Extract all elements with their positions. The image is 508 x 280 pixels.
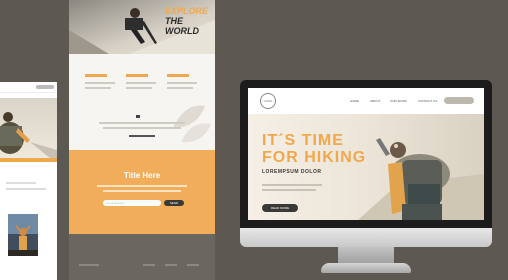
mid-page-footer (69, 234, 215, 280)
footer-column-line (143, 264, 155, 266)
quote-text-line (99, 122, 185, 124)
hero-text-line (262, 189, 316, 191)
newsletter-text-line (103, 190, 181, 192)
hero-headline: IT´S TIME FOR HIKING (262, 132, 366, 166)
newsletter-text-line (97, 185, 187, 187)
search-pill[interactable] (444, 97, 474, 104)
hero-title-line1: EXPLORE (165, 6, 209, 16)
hiker-hero-image (358, 138, 484, 220)
newsletter-section (69, 150, 215, 234)
mid-page-hero-title: EXPLORE THE WORLD (165, 6, 215, 36)
column-text-line (126, 87, 152, 89)
column-text-line (126, 82, 156, 84)
monitor-stand-base (321, 263, 411, 273)
column-title-2 (126, 74, 148, 77)
hero-text-line (262, 184, 322, 186)
hero-title-line2: THE WORLD (165, 16, 199, 36)
quote-text-line (103, 127, 181, 129)
nav-item-about[interactable]: ABOUT (370, 99, 380, 103)
nav-item-home[interactable]: HOME (350, 99, 359, 103)
footer-column-line (79, 264, 99, 266)
hiker-illustration (0, 112, 57, 158)
read-more-button[interactable]: READ MORE (262, 204, 298, 212)
left-page-nav-pill (36, 85, 54, 89)
column-text-line (167, 87, 193, 89)
long-landing-page-mockup: EXPLORE THE WORLD Title Here email addre… (69, 0, 215, 280)
newsletter-email-input[interactable]: email address (103, 200, 161, 206)
monitor-screen: LOGO HOME ABOUT OUR WORK CONTACT US IT´S… (248, 88, 484, 220)
hero-headline-line2: FOR HIKING (262, 149, 367, 166)
column-title-1 (85, 74, 107, 77)
quote-mark (136, 115, 140, 118)
site-navbar: LOGO HOME ABOUT OUR WORK CONTACT US (248, 88, 484, 114)
site-logo[interactable]: LOGO (260, 93, 276, 109)
left-page-photo-card (8, 214, 38, 256)
newsletter-title: Title Here (123, 171, 161, 180)
quote-author-line (129, 135, 155, 137)
left-page-text-line (6, 182, 36, 184)
left-page-hero-image (0, 98, 57, 158)
nav-item-our-work[interactable]: OUR WORK (390, 99, 407, 103)
column-text-line (85, 87, 111, 89)
desktop-monitor: LOGO HOME ABOUT OUR WORK CONTACT US IT´S… (240, 80, 492, 247)
footer-column-line (187, 264, 199, 266)
left-page-accent-bar (0, 158, 57, 162)
hero-headline-line1: IT´S TIME (262, 132, 344, 149)
column-text-line (167, 82, 197, 84)
monitor-chin (240, 228, 492, 247)
left-page-text-line (6, 188, 46, 190)
newsletter-send-button[interactable]: SEND (164, 200, 184, 206)
nav-item-contact-us[interactable]: CONTACT US (418, 99, 437, 103)
column-title-3 (167, 74, 189, 77)
left-mobile-page-mockup (0, 82, 57, 280)
footer-column-line (165, 264, 177, 266)
column-text-line (85, 82, 115, 84)
hero-subheadline: LOREMPSUM DOLOR (262, 169, 322, 175)
